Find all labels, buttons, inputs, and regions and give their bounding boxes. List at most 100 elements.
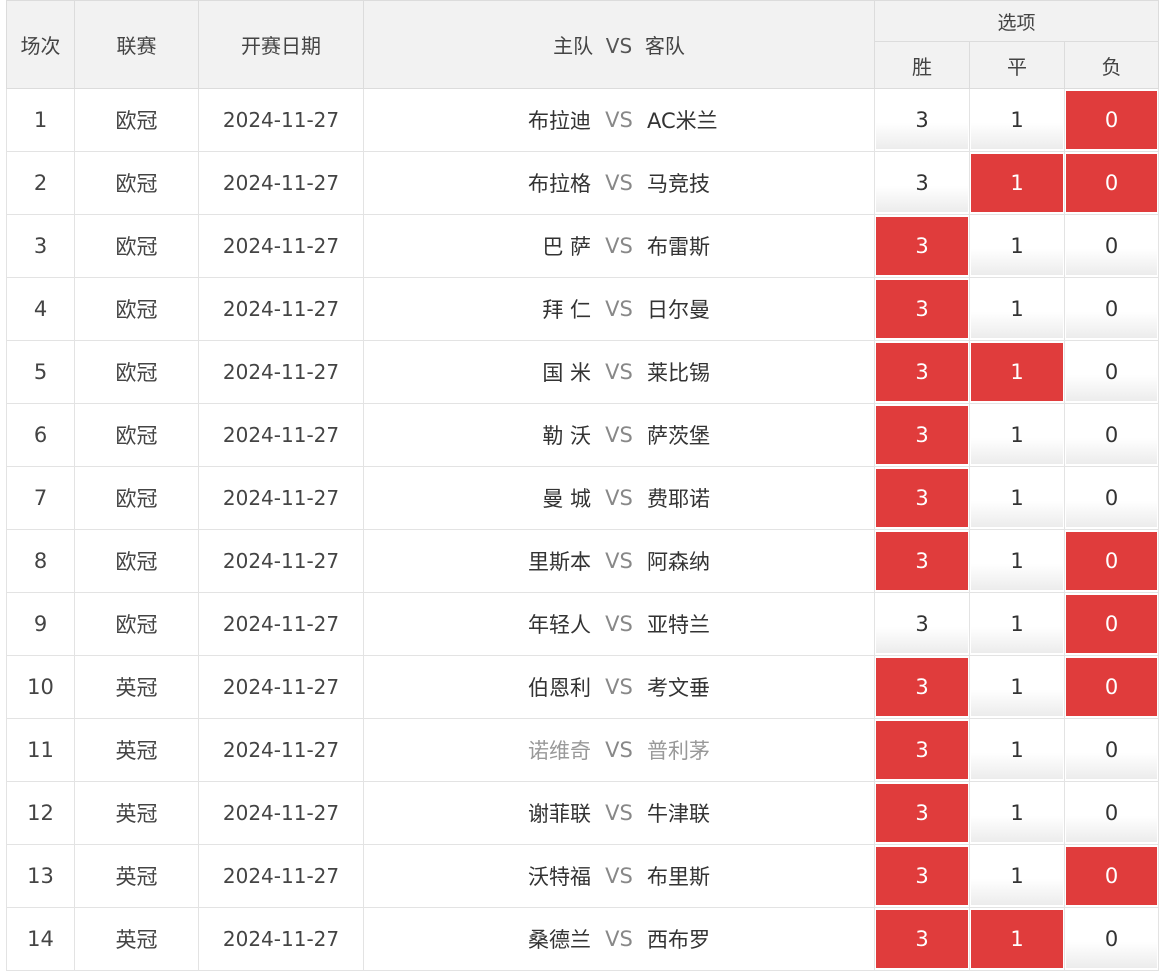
match-rows: 1 欧冠 2024-11-27 布拉迪 VS AC米兰 3 1 0 2 欧冠 2024-11-27 布拉… — [6, 88, 1159, 971]
option-cell: 0 — [1064, 214, 1159, 278]
option-draw-button[interactable]: 1 — [971, 406, 1063, 464]
option-lose-button[interactable]: 0 — [1066, 406, 1157, 464]
option-draw-button[interactable]: 1 — [971, 217, 1063, 275]
row-league: 英冠 — [74, 718, 199, 782]
option-cell: 0 — [1064, 718, 1159, 782]
option-cell: 1 — [969, 655, 1065, 719]
away-team: 阿森纳 — [647, 550, 710, 574]
option-draw-button[interactable]: 1 — [971, 91, 1063, 149]
option-draw-button[interactable]: 1 — [971, 784, 1063, 842]
option-lose-button[interactable]: 0 — [1066, 280, 1157, 338]
row-match: 谢菲联 VS 牛津联 — [363, 781, 875, 845]
row-index: 11 — [6, 718, 75, 782]
home-team: 布拉迪 — [528, 109, 591, 133]
row-index: 5 — [6, 340, 75, 404]
option-draw-button[interactable]: 1 — [971, 532, 1063, 590]
option-lose-button[interactable]: 0 — [1066, 910, 1157, 968]
option-lose-button[interactable]: 0 — [1066, 154, 1157, 212]
row-match: 年轻人 VS 亚特兰 — [363, 592, 875, 656]
row-date: 2024-11-27 — [198, 592, 364, 656]
option-win-button[interactable]: 3 — [876, 343, 968, 401]
option-lose-button[interactable]: 0 — [1066, 721, 1157, 779]
option-win-button[interactable]: 3 — [876, 910, 968, 968]
option-draw-button[interactable]: 1 — [971, 721, 1063, 779]
vs-label: VS — [605, 234, 633, 258]
option-win-button[interactable]: 3 — [876, 532, 968, 590]
table-row: 3 欧冠 2024-11-27 巴 萨 VS 布雷斯 3 1 0 — [6, 214, 1159, 278]
option-cell: 3 — [874, 88, 970, 152]
option-win-button[interactable]: 3 — [876, 784, 968, 842]
row-index: 7 — [6, 466, 75, 530]
row-date: 2024-11-27 — [198, 340, 364, 404]
option-lose-button[interactable]: 0 — [1066, 658, 1157, 716]
home-team: 年轻人 — [528, 613, 591, 637]
vs-label: VS — [605, 171, 633, 195]
option-draw-button[interactable]: 1 — [971, 154, 1063, 212]
header-vs-label: VS — [605, 34, 633, 58]
option-lose-button[interactable]: 0 — [1066, 847, 1157, 905]
option-draw-button[interactable]: 1 — [971, 847, 1063, 905]
row-league: 欧冠 — [74, 466, 199, 530]
option-cell: 3 — [874, 781, 970, 845]
option-win-button[interactable]: 3 — [876, 406, 968, 464]
option-cell: 3 — [874, 151, 970, 215]
row-date: 2024-11-27 — [198, 88, 364, 152]
option-win-button[interactable]: 3 — [876, 91, 968, 149]
option-lose-button[interactable]: 0 — [1066, 91, 1157, 149]
option-draw-button[interactable]: 1 — [971, 595, 1063, 653]
option-cell: 1 — [969, 844, 1065, 908]
home-team: 伯恩利 — [528, 676, 591, 700]
option-win-button[interactable]: 3 — [876, 595, 968, 653]
home-team: 桑德兰 — [528, 928, 591, 952]
home-team: 沃特福 — [528, 865, 591, 889]
option-lose-button[interactable]: 0 — [1066, 595, 1157, 653]
row-match: 布拉迪 VS AC米兰 — [363, 88, 875, 152]
row-league: 英冠 — [74, 781, 199, 845]
row-index: 8 — [6, 529, 75, 593]
option-cell: 3 — [874, 592, 970, 656]
option-cell: 3 — [874, 403, 970, 467]
option-lose-button[interactable]: 0 — [1066, 469, 1157, 527]
home-team: 拜 仁 — [542, 298, 591, 322]
row-index: 14 — [6, 907, 75, 971]
option-cell: 1 — [969, 88, 1065, 152]
option-cell: 3 — [874, 718, 970, 782]
option-lose-button[interactable]: 0 — [1066, 532, 1157, 590]
option-cell: 0 — [1064, 781, 1159, 845]
table-row: 4 欧冠 2024-11-27 拜 仁 VS 日尔曼 3 1 0 — [6, 277, 1159, 341]
option-draw-button[interactable]: 1 — [971, 910, 1063, 968]
option-win-button[interactable]: 3 — [876, 217, 968, 275]
option-draw-button[interactable]: 1 — [971, 343, 1063, 401]
option-draw-button[interactable]: 1 — [971, 469, 1063, 527]
option-cell: 3 — [874, 907, 970, 971]
away-team: 莱比锡 — [647, 361, 710, 385]
option-cell: 0 — [1064, 529, 1159, 593]
home-team: 国 米 — [542, 361, 591, 385]
row-date: 2024-11-27 — [198, 844, 364, 908]
option-win-button[interactable]: 3 — [876, 721, 968, 779]
option-cell: 1 — [969, 214, 1065, 278]
option-win-button[interactable]: 3 — [876, 847, 968, 905]
row-league: 欧冠 — [74, 529, 199, 593]
row-league: 欧冠 — [74, 340, 199, 404]
option-win-button[interactable]: 3 — [876, 658, 968, 716]
option-win-button[interactable]: 3 — [876, 280, 968, 338]
vs-label: VS — [605, 675, 633, 699]
option-win-button[interactable]: 3 — [876, 154, 968, 212]
option-lose-button[interactable]: 0 — [1066, 784, 1157, 842]
option-lose-button[interactable]: 0 — [1066, 343, 1157, 401]
vs-label: VS — [605, 549, 633, 573]
away-team: 考文垂 — [647, 676, 710, 700]
match-table: 场次 联赛 开赛日期 主队 VS 客队 选项 胜 平 负 1 欧冠 2024-11-… — [6, 0, 1159, 971]
option-lose-button[interactable]: 0 — [1066, 217, 1157, 275]
vs-label: VS — [605, 738, 633, 762]
option-cell: 1 — [969, 907, 1065, 971]
option-win-button[interactable]: 3 — [876, 469, 968, 527]
row-date: 2024-11-27 — [198, 151, 364, 215]
header-away-label: 客队 — [644, 34, 685, 58]
option-draw-button[interactable]: 1 — [971, 658, 1063, 716]
table-row: 5 欧冠 2024-11-27 国 米 VS 莱比锡 3 1 0 — [6, 340, 1159, 404]
row-match: 曼 城 VS 费耶诺 — [363, 466, 875, 530]
option-draw-button[interactable]: 1 — [971, 280, 1063, 338]
home-team: 布拉格 — [528, 172, 591, 196]
